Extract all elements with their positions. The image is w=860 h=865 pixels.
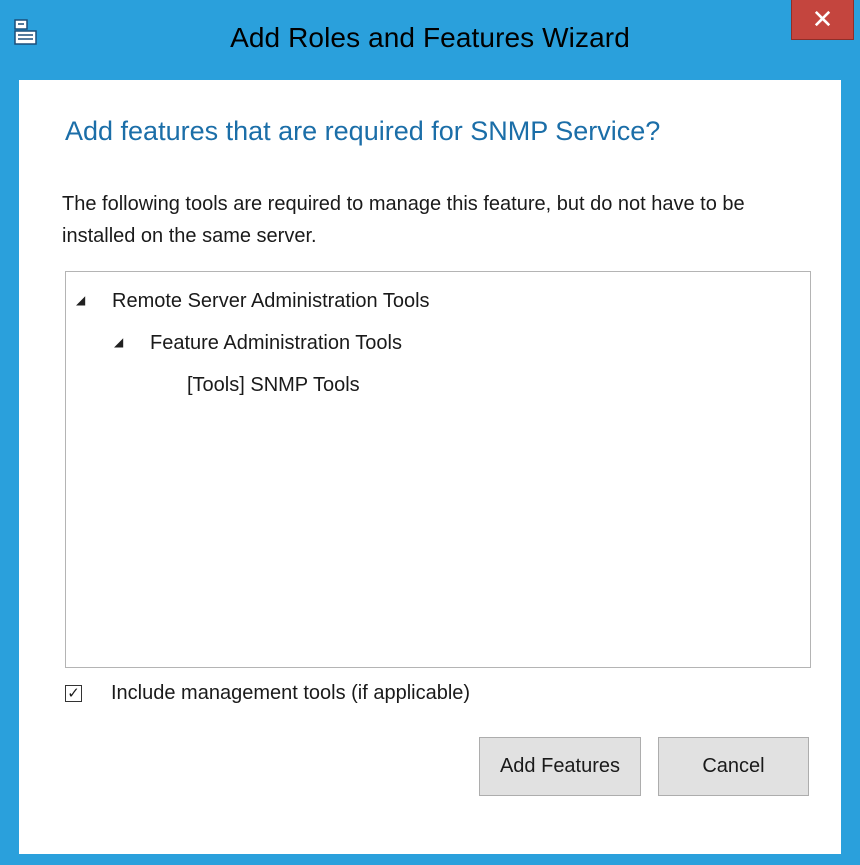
include-management-tools-option[interactable]: ✓ Include management tools (if applicabl…	[65, 682, 470, 705]
tree-item-label: Remote Server Administration Tools	[112, 290, 430, 312]
dialog-description: The following tools are required to mana…	[62, 193, 745, 247]
include-management-tools-label[interactable]: Include management tools (if applicable)	[111, 682, 470, 705]
dialog-client-area: Add features that are required for SNMP …	[19, 80, 841, 854]
required-features-tree[interactable]: ◢ Remote Server Administration Tools ◢ Fea…	[65, 271, 811, 668]
title-bar[interactable]: Add Roles and Features Wizard ✕	[0, 0, 860, 80]
include-management-tools-checkbox[interactable]: ✓	[65, 685, 82, 702]
collapse-triangle-icon[interactable]: ◢	[114, 335, 126, 349]
close-icon: ✕	[811, 4, 834, 34]
check-mark-icon: ✓	[67, 685, 80, 702]
collapse-triangle-icon[interactable]: ◢	[76, 293, 88, 307]
tree-item-feature-admin-tools[interactable]: ◢ Feature Administration Tools	[114, 332, 402, 355]
tree-item-label: Feature Administration Tools	[150, 332, 402, 354]
window-title: Add Roles and Features Wizard	[230, 22, 630, 53]
add-features-button[interactable]: Add Features	[479, 737, 641, 796]
close-button[interactable]: ✕	[791, 0, 854, 40]
dialog-heading: Add features that are required for SNMP …	[65, 116, 661, 146]
tree-item-snmp-tools[interactable]: [Tools] SNMP Tools	[187, 374, 360, 397]
tree-item-label: [Tools] SNMP Tools	[187, 374, 360, 396]
wizard-window: Add Roles and Features Wizard ✕ Add feat…	[0, 0, 860, 865]
tree-item-remote-server-admin-tools[interactable]: ◢ Remote Server Administration Tools	[76, 290, 430, 313]
cancel-button[interactable]: Cancel	[658, 737, 809, 796]
